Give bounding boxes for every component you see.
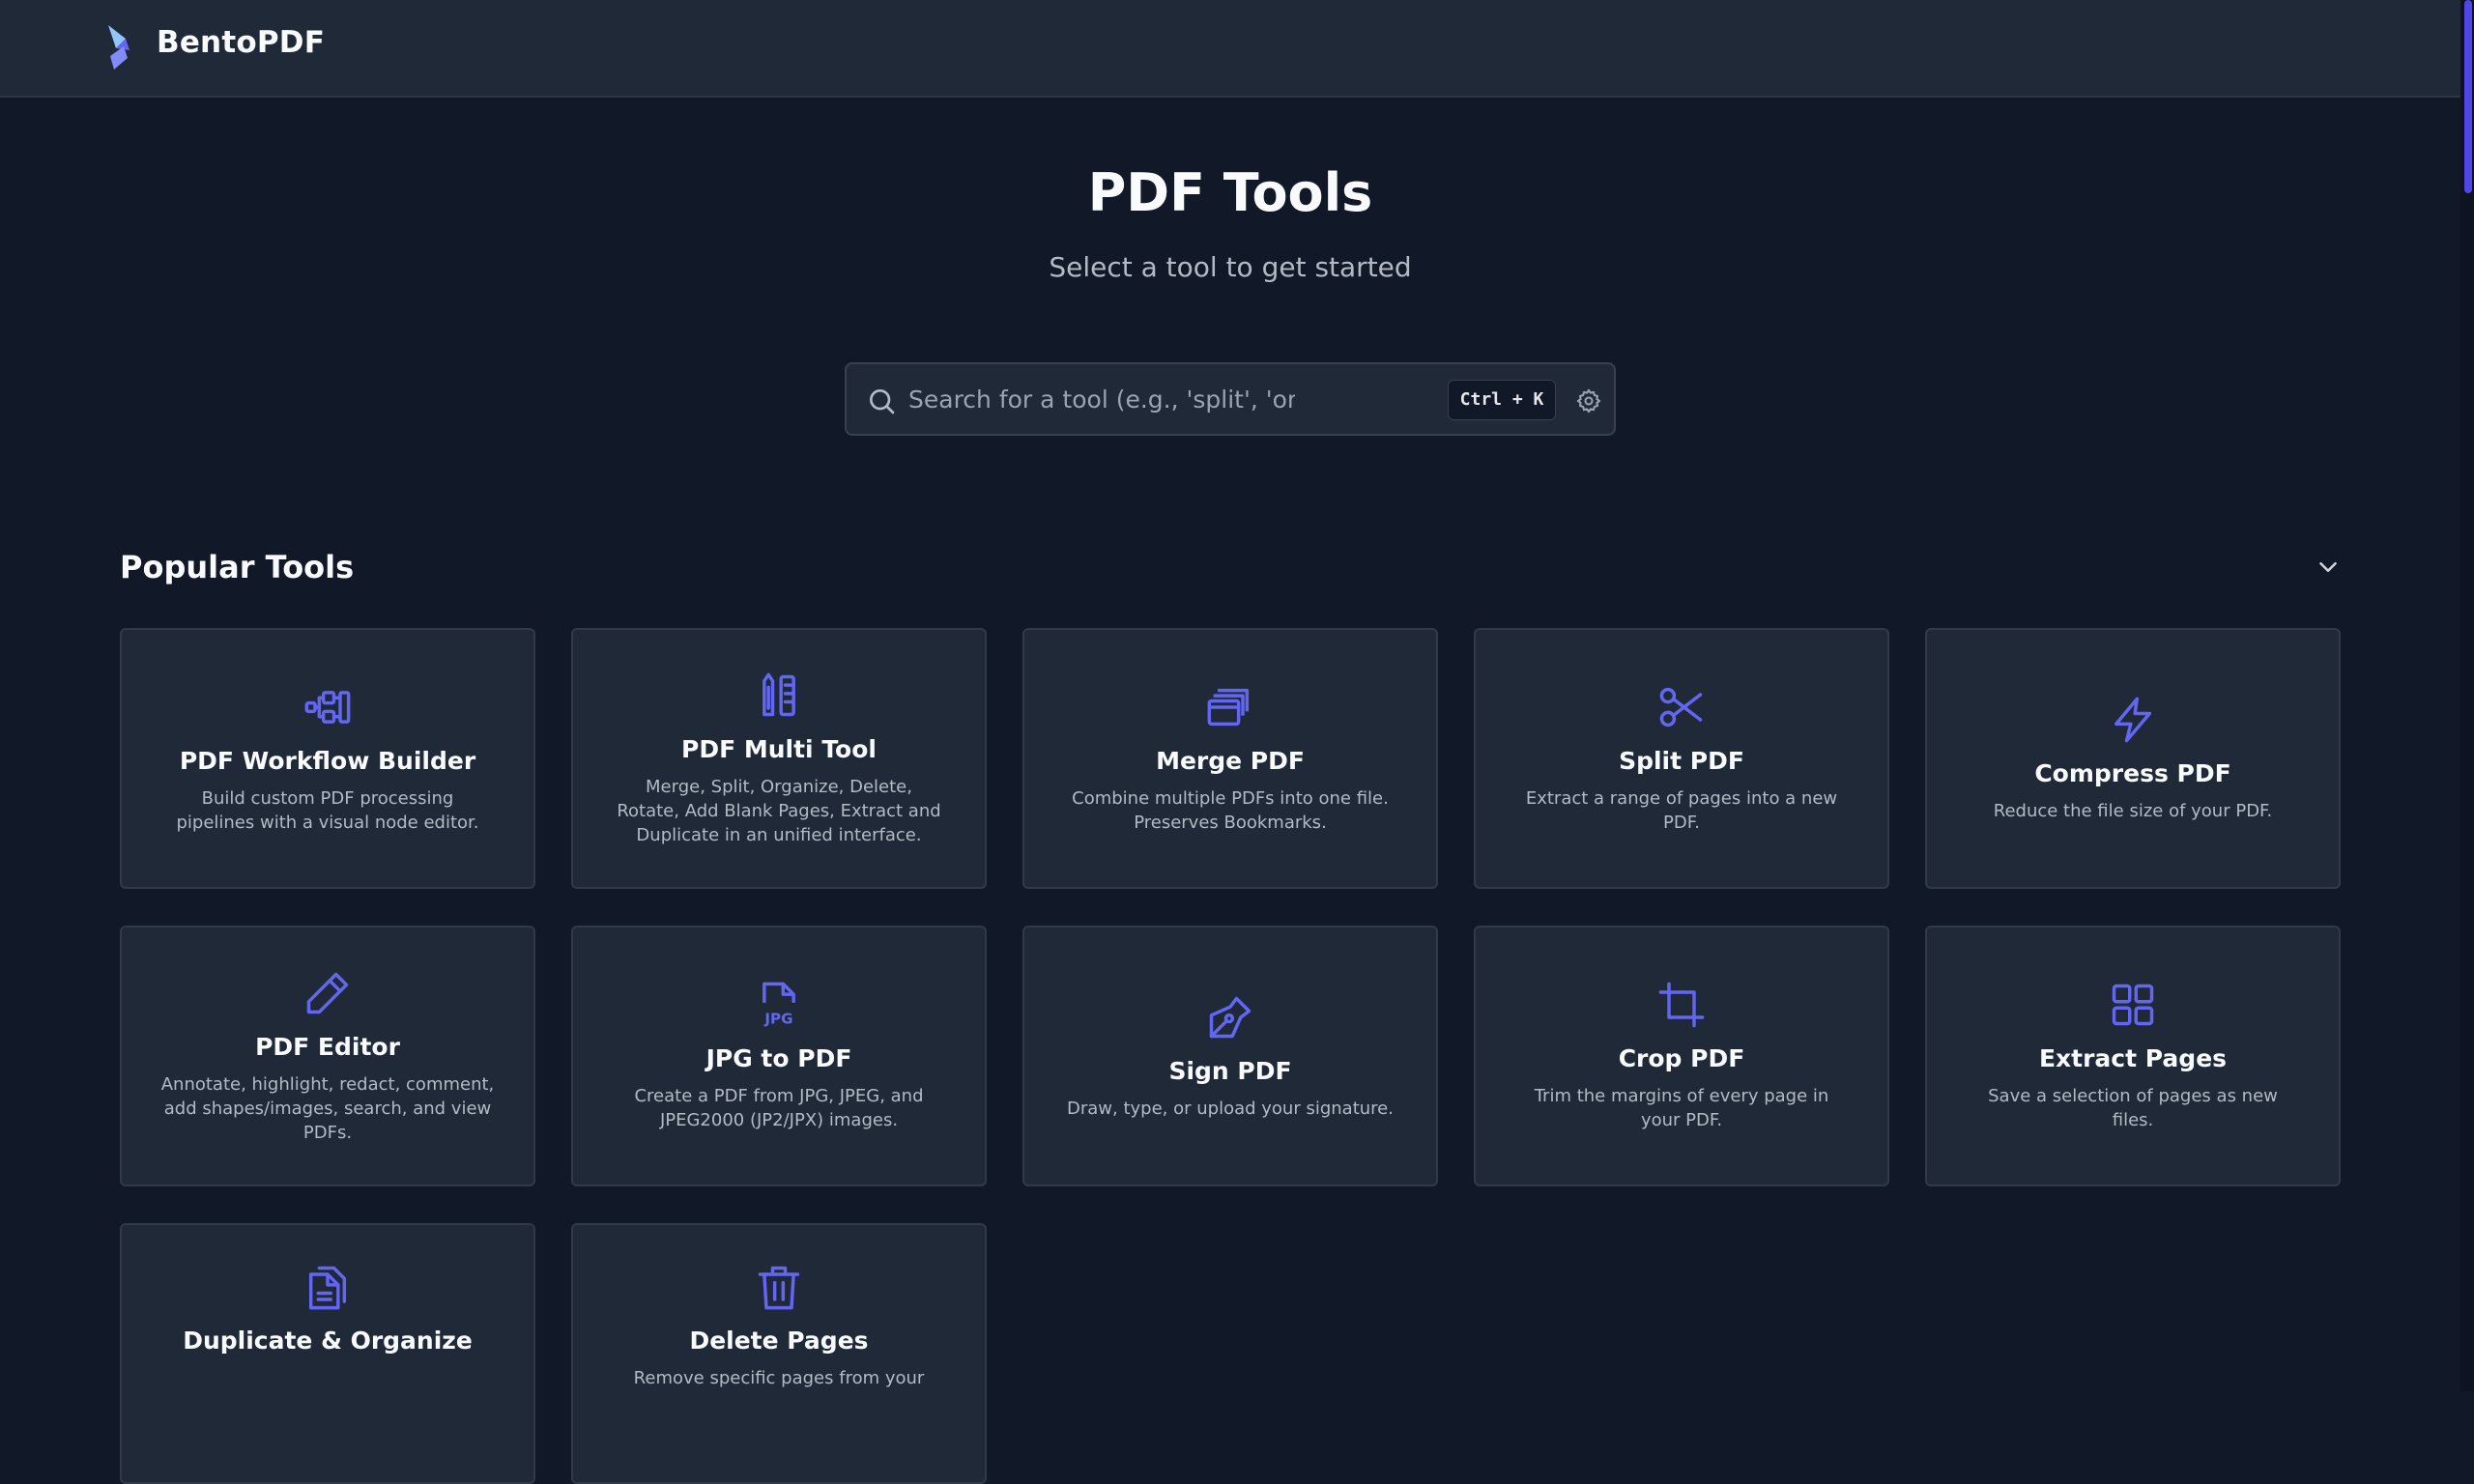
tool-card-extract-pages[interactable]: Extract Pages Save a selection of pages … xyxy=(1925,926,2341,1186)
tool-title: Compress PDF xyxy=(2034,758,2231,787)
scissors-icon xyxy=(1656,682,1707,732)
tool-description: Draw, type, or upload your signature. xyxy=(1067,1098,1394,1119)
tool-description: Reduce the file size of your PDF. xyxy=(1993,800,2273,821)
tool-description: Merge, Split, Organize, Delete, Rotate, … xyxy=(617,776,941,845)
tool-title: Extract Pages xyxy=(2038,1044,2228,1072)
pencil-icon xyxy=(302,968,353,1018)
tool-card-multi-tool[interactable]: PDF Multi Tool Merge, Split, Organize, D… xyxy=(571,628,987,889)
tool-card-compress-pdf[interactable]: Compress PDF Reduce the file size of you… xyxy=(1925,628,2341,889)
lightning-icon xyxy=(2108,695,2158,745)
merge-icon xyxy=(1205,682,1255,732)
jpg-file-icon: JPG xyxy=(754,980,804,1030)
page-scrollbar[interactable] xyxy=(2460,0,2474,1391)
tool-title: JPG to PDF xyxy=(705,1044,852,1072)
grid-icon xyxy=(2108,980,2158,1030)
tool-title: Merge PDF xyxy=(1156,747,1305,775)
scrollbar-thumb[interactable] xyxy=(2464,0,2472,193)
workflow-icon xyxy=(302,682,353,732)
tool-title: PDF Workflow Builder xyxy=(179,747,476,775)
pen-nib-icon xyxy=(1205,992,1255,1042)
tool-card-pdf-editor[interactable]: PDF Editor Annotate, highlight, redact, … xyxy=(120,926,535,1186)
shortcut-hint: Ctrl + K xyxy=(1448,380,1556,420)
tool-title: Sign PDF xyxy=(1168,1056,1292,1085)
search-input[interactable] xyxy=(908,376,1295,422)
tool-card-split-pdf[interactable]: Split PDF Extract a range of pages into … xyxy=(1474,628,1889,889)
tool-title: Delete Pages xyxy=(689,1327,869,1355)
bentopdf-logo-icon[interactable] xyxy=(104,23,135,71)
tool-card-delete-pages[interactable]: Delete Pages Remove specific pages from … xyxy=(571,1223,987,1484)
multi-tool-icon xyxy=(754,671,804,721)
tool-title: PDF Editor xyxy=(255,1032,400,1061)
tool-description: Combine multiple PDFs into one file. Pre… xyxy=(1072,788,1389,833)
brand-name[interactable]: BentoPDF xyxy=(157,25,325,60)
tool-title: Duplicate & Organize xyxy=(183,1327,473,1355)
tool-description: Extract a range of pages into a new PDF. xyxy=(1525,788,1838,833)
tool-description: Create a PDF from JPG, JPEG, and JPEG200… xyxy=(634,1086,924,1130)
gear-icon[interactable] xyxy=(1575,387,1602,414)
tool-description: Remove specific pages from your xyxy=(633,1368,925,1388)
page-subtitle: Select a tool to get started xyxy=(1049,251,1412,283)
page-title: PDF Tools xyxy=(1087,162,1373,223)
tool-title: Crop PDF xyxy=(1618,1044,1745,1072)
tool-title: PDF Multi Tool xyxy=(681,734,877,763)
chevron-down-icon[interactable] xyxy=(2314,553,2343,582)
tool-card-duplicate-organize[interactable]: Duplicate & Organize xyxy=(120,1223,535,1484)
tool-title: Split PDF xyxy=(1619,747,1744,775)
tool-card-crop-pdf[interactable]: Crop PDF Trim the margins of every page … xyxy=(1474,926,1889,1186)
tool-description: Trim the margins of every page in your P… xyxy=(1534,1086,1829,1130)
svg-text:JPG: JPG xyxy=(763,1011,792,1028)
tool-card-jpg-to-pdf[interactable]: JPG JPG to PDF Create a PDF from JPG, JP… xyxy=(571,926,987,1186)
tool-description: Annotate, highlight, redact, comment, ad… xyxy=(160,1073,495,1143)
tool-search-box[interactable]: Ctrl + K xyxy=(845,362,1616,436)
duplicate-icon xyxy=(302,1262,353,1312)
trash-icon xyxy=(754,1262,804,1312)
section-title: Popular Tools xyxy=(120,549,355,585)
search-icon xyxy=(870,389,895,414)
tool-description: Build custom PDF processing pipelines wi… xyxy=(176,788,479,833)
top-header: BentoPDF xyxy=(0,0,2460,98)
tool-card-workflow-builder[interactable]: PDF Workflow Builder Build custom PDF pr… xyxy=(120,628,535,889)
tool-card-sign-pdf[interactable]: Sign PDF Draw, type, or upload your sign… xyxy=(1022,926,1438,1186)
tool-description: Save a selection of pages as new files. xyxy=(1988,1086,2278,1130)
tool-card-merge-pdf[interactable]: Merge PDF Combine multiple PDFs into one… xyxy=(1022,628,1438,889)
crop-icon xyxy=(1656,980,1707,1030)
tools-grid: PDF Workflow Builder Build custom PDF pr… xyxy=(120,628,2345,1484)
